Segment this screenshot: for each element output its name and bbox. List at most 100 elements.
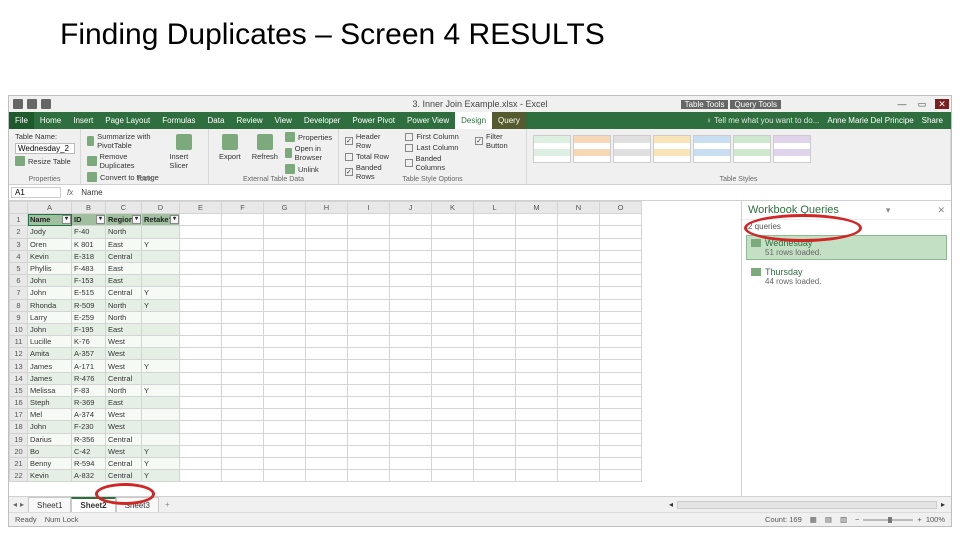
cell[interactable] <box>348 470 390 482</box>
cell[interactable] <box>474 323 516 335</box>
cell[interactable] <box>432 299 474 311</box>
sheet-nav-prev-icon[interactable]: ◂ <box>13 500 17 509</box>
cell[interactable] <box>264 445 306 457</box>
cell[interactable]: Larry <box>28 311 72 323</box>
cell[interactable] <box>432 445 474 457</box>
cell[interactable] <box>474 299 516 311</box>
cell[interactable] <box>142 250 180 262</box>
cell[interactable]: North <box>106 311 142 323</box>
cell[interactable] <box>516 226 558 238</box>
tab-home[interactable]: Home <box>34 112 67 129</box>
cell[interactable] <box>474 397 516 409</box>
row-header[interactable]: 17 <box>10 409 28 421</box>
cell[interactable] <box>180 470 222 482</box>
cell[interactable] <box>390 409 432 421</box>
cell[interactable]: John <box>28 287 72 299</box>
cell[interactable] <box>306 348 348 360</box>
row-header[interactable]: 21 <box>10 457 28 469</box>
cell[interactable] <box>222 323 264 335</box>
cell[interactable] <box>348 275 390 287</box>
cell[interactable] <box>600 336 642 348</box>
last-column-checkbox[interactable]: Last Column <box>405 143 465 152</box>
cell[interactable]: Jody <box>28 226 72 238</box>
cell[interactable] <box>306 311 348 323</box>
cell[interactable] <box>264 323 306 335</box>
cell[interactable] <box>222 421 264 433</box>
cell[interactable] <box>600 323 642 335</box>
cell[interactable] <box>180 445 222 457</box>
cell[interactable] <box>474 226 516 238</box>
cell[interactable] <box>264 409 306 421</box>
cell[interactable] <box>222 299 264 311</box>
cell[interactable] <box>180 372 222 384</box>
cell[interactable]: R-476 <box>72 372 106 384</box>
cell[interactable] <box>600 409 642 421</box>
cell[interactable] <box>474 275 516 287</box>
cell[interactable] <box>432 238 474 250</box>
cell[interactable]: John <box>28 323 72 335</box>
row-header[interactable]: 19 <box>10 433 28 445</box>
cell[interactable] <box>264 275 306 287</box>
cell[interactable]: A-357 <box>72 348 106 360</box>
cell[interactable] <box>432 421 474 433</box>
cell[interactable] <box>474 470 516 482</box>
filter-dropdown-icon[interactable]: ▾ <box>62 215 71 224</box>
cell[interactable] <box>474 445 516 457</box>
cell[interactable] <box>474 421 516 433</box>
cell[interactable] <box>264 348 306 360</box>
cell[interactable] <box>600 238 642 250</box>
cell[interactable] <box>558 250 600 262</box>
fx-icon[interactable]: fx <box>63 188 77 197</box>
cell[interactable] <box>306 299 348 311</box>
cell[interactable]: East <box>106 262 142 274</box>
cell[interactable] <box>600 433 642 445</box>
cell[interactable] <box>390 250 432 262</box>
cell[interactable] <box>348 250 390 262</box>
cell[interactable] <box>516 275 558 287</box>
cell[interactable] <box>306 372 348 384</box>
cell[interactable] <box>264 470 306 482</box>
cell[interactable] <box>348 311 390 323</box>
cell[interactable] <box>222 311 264 323</box>
cell[interactable]: Y <box>142 470 180 482</box>
cell[interactable] <box>348 262 390 274</box>
save-icon[interactable] <box>13 99 23 109</box>
table-styles-gallery[interactable] <box>533 132 944 166</box>
cell[interactable] <box>558 262 600 274</box>
cell[interactable] <box>222 226 264 238</box>
filter-dropdown-icon[interactable]: ▾ <box>96 215 105 224</box>
cell[interactable] <box>558 226 600 238</box>
cell[interactable] <box>142 311 180 323</box>
redo-icon[interactable] <box>41 99 51 109</box>
cell[interactable]: E-515 <box>72 287 106 299</box>
cell[interactable] <box>558 275 600 287</box>
row-header[interactable]: 11 <box>10 336 28 348</box>
cell[interactable]: Y <box>142 360 180 372</box>
cell[interactable] <box>348 421 390 433</box>
sheet-tab-sheet1[interactable]: Sheet1 <box>28 497 71 512</box>
cell[interactable] <box>516 445 558 457</box>
query-thursday[interactable]: Thursday 44 rows loaded. <box>746 264 947 289</box>
cell[interactable]: West <box>106 348 142 360</box>
tab-query[interactable]: Query <box>492 112 526 129</box>
cell[interactable] <box>390 238 432 250</box>
open-in-browser-button[interactable]: Open in Browser <box>285 144 332 162</box>
cell[interactable] <box>516 323 558 335</box>
cell[interactable] <box>306 250 348 262</box>
table-column-header[interactable]: Retake?▾ <box>142 214 180 226</box>
cell[interactable]: East <box>106 397 142 409</box>
cell[interactable] <box>390 445 432 457</box>
cell[interactable] <box>180 397 222 409</box>
column-header[interactable]: M <box>516 202 558 214</box>
cell[interactable] <box>432 470 474 482</box>
cell[interactable] <box>348 384 390 396</box>
row-header[interactable]: 8 <box>10 299 28 311</box>
column-header[interactable]: G <box>264 202 306 214</box>
queries-close-icon[interactable]: ✕ <box>937 205 945 216</box>
cell[interactable] <box>142 409 180 421</box>
first-column-checkbox[interactable]: First Column <box>405 132 465 141</box>
cell[interactable] <box>348 226 390 238</box>
cell[interactable]: F-153 <box>72 275 106 287</box>
cell[interactable] <box>306 470 348 482</box>
cell[interactable]: West <box>106 445 142 457</box>
